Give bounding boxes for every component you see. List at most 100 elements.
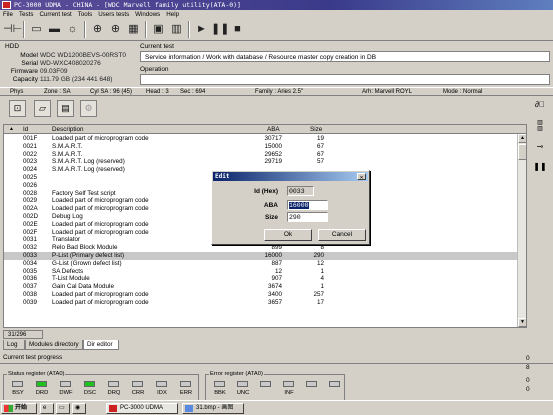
ok-button[interactable]: Ok	[264, 229, 312, 241]
hdd-activity-icon[interactable]: ∂⃞	[531, 100, 549, 109]
col-id[interactable]: Id	[23, 125, 28, 134]
tab-modules-directory[interactable]: Modules directory	[25, 340, 83, 350]
table-row[interactable]: 0033 P-List (Primary defect list) 16000 290	[4, 252, 518, 260]
table-scrollbar[interactable]: ▲ ▼	[517, 134, 526, 327]
family-value: Family : Aries 2.5"	[255, 89, 304, 95]
col-size[interactable]: Size	[310, 125, 322, 134]
quicklaunch-ie-icon[interactable]: e	[40, 403, 54, 414]
settings-icon[interactable]: ⚙	[80, 100, 97, 117]
led-label: ERR	[179, 390, 193, 396]
led-label: IDX	[157, 390, 167, 396]
table-row[interactable]: 0036 T-List Module 907 4	[4, 275, 518, 283]
terminal-icon[interactable]: ▣	[150, 21, 167, 38]
table-row[interactable]: 0035 SA Defects 12 1	[4, 268, 518, 276]
reset-icon[interactable]: ☼	[64, 21, 81, 38]
window-title: PC-3000 UDMA - CHINA - [WDC Marvell fami…	[14, 1, 241, 9]
id-label: Id (Hex)	[254, 188, 278, 195]
phys-label: Phys	[10, 89, 24, 95]
map-icon[interactable]: ▦	[125, 21, 142, 38]
id-value: 0033	[289, 188, 305, 195]
menu-file[interactable]: File	[0, 11, 16, 18]
table-row[interactable]: 0038 Loaded part of microprogram code 3400…	[4, 291, 518, 299]
cell-desc: S.M.A.R.T. Log (reserved)	[52, 158, 125, 166]
menu-tests[interactable]: Tests	[16, 11, 36, 18]
quicklaunch-player-icon[interactable]: ◉	[72, 403, 86, 414]
window-title-bar: PC-3000 UDMA - CHINA - [WDC Marvell fami…	[0, 0, 553, 10]
hdd-section-label: HDD	[5, 43, 20, 50]
cell-size: 8	[320, 244, 324, 252]
dialog-title-bar: Edit ✕	[213, 172, 368, 181]
operation-label: Operation	[140, 66, 169, 73]
id-field: 0033	[287, 186, 314, 196]
close-icon[interactable]: ✕	[357, 173, 366, 181]
quicklaunch-desktop-icon[interactable]: ▭	[56, 403, 70, 414]
tab-log[interactable]: Log	[3, 340, 25, 350]
sec-value: Sec : 694	[180, 89, 206, 95]
current-test-box: Service information / Work with database…	[140, 51, 550, 62]
sort-arrow-icon: ▲	[9, 126, 14, 132]
scroll-up-icon[interactable]: ▲	[518, 134, 526, 143]
table-row[interactable]: 0037 Gain Cal Data Module 3674 1	[4, 283, 518, 291]
probe-icon[interactable]: ⊸	[531, 142, 549, 151]
table-row[interactable]: 0032 Relo Bad Block Module 899 8	[4, 244, 518, 252]
table-row[interactable]: 0034 G-List (Grown defect list) 887 12	[4, 260, 518, 268]
power-icon[interactable]: ▬	[46, 21, 63, 38]
scroll-thumb[interactable]	[518, 144, 526, 160]
cell-desc: SA Defects	[52, 267, 84, 275]
cell-size: 67	[316, 142, 324, 150]
cell-desc: Loaded part of microprogram code	[52, 135, 149, 142]
tool-a-icon[interactable]: ⊕	[89, 21, 106, 38]
cell-size: 4	[320, 275, 324, 283]
size-label: Size	[264, 214, 278, 221]
connect-icon[interactable]: ⊣⊢	[3, 21, 22, 38]
open-icon[interactable]: ▱	[34, 100, 51, 117]
taskbar-item-paint[interactable]: 31.bmp - 画图	[182, 403, 244, 414]
cell-desc: Loaded part of microprogram code	[52, 220, 149, 228]
menu-current-test[interactable]: Current test	[36, 11, 74, 18]
scroll-down-icon[interactable]: ▼	[518, 318, 526, 327]
cell-id: 0022	[23, 150, 38, 158]
monitor-icon[interactable]: ▥	[168, 21, 185, 38]
led-indicator	[84, 381, 95, 387]
cell-id: 002F	[23, 228, 38, 236]
menu-windows[interactable]: Windows	[132, 11, 163, 18]
size-field[interactable]: 290	[287, 212, 328, 222]
col-description[interactable]: Description	[52, 125, 84, 134]
start-button[interactable]: 开始	[1, 403, 37, 414]
aba-field[interactable]: 16000	[287, 200, 328, 210]
play-icon[interactable]: ►	[193, 21, 210, 38]
led-label: INF	[284, 390, 294, 396]
tab-dir-editor[interactable]: Dir editor	[83, 340, 119, 350]
cell-id: 0035	[23, 267, 38, 275]
error-register-title: Error register (ATA0)	[209, 371, 264, 377]
cancel-button[interactable]: Cancel	[318, 229, 366, 241]
cell-desc: Translator	[52, 236, 81, 244]
save-icon[interactable]: ▤	[57, 100, 74, 117]
bottom-tabs: Log Modules directory Dir editor	[3, 340, 303, 350]
readout-2: 8	[526, 364, 530, 371]
app-icon	[2, 1, 11, 9]
col-aba[interactable]: ABA	[267, 125, 280, 134]
led-indicator	[108, 381, 119, 387]
led-indicator	[180, 381, 191, 387]
taskbar-item-pc3000[interactable]: PC-3000 UDMA	[106, 403, 178, 414]
menu-tools[interactable]: Tools	[75, 11, 95, 18]
register-icon[interactable]: ▥ ▥	[531, 120, 549, 132]
cell-desc: Relo Bad Block Module	[52, 244, 118, 252]
table-row[interactable]: 0039 Loaded part of microprogram code 3657…	[4, 299, 518, 307]
table-row[interactable]: 001F Loaded part of microprogram code 3071…	[4, 135, 518, 143]
table-row[interactable]: 0023 S.M.A.R.T. Log (reserved) 29719 57	[4, 158, 518, 166]
pause-side-icon[interactable]: ❚❚	[531, 162, 549, 171]
tool-b-icon[interactable]: ⊕	[107, 21, 124, 38]
firmware-value: 09.03F09	[40, 68, 68, 75]
new-icon[interactable]: ⊡	[9, 100, 26, 117]
stop-icon[interactable]: ■	[229, 21, 246, 38]
drive-icon[interactable]: ▭	[28, 21, 45, 38]
capacity-label: Capacity	[12, 76, 38, 83]
menu-users-tests[interactable]: Users tests	[95, 11, 132, 18]
table-row[interactable]: 0021 S.M.A.R.T. 15000 67	[4, 143, 518, 151]
led-indicator	[132, 381, 143, 387]
table-row[interactable]: 0022 S.M.A.R.T. 29652 67	[4, 151, 518, 159]
menu-help[interactable]: Help	[163, 11, 182, 18]
pause-icon[interactable]: ❚❚	[211, 21, 229, 38]
